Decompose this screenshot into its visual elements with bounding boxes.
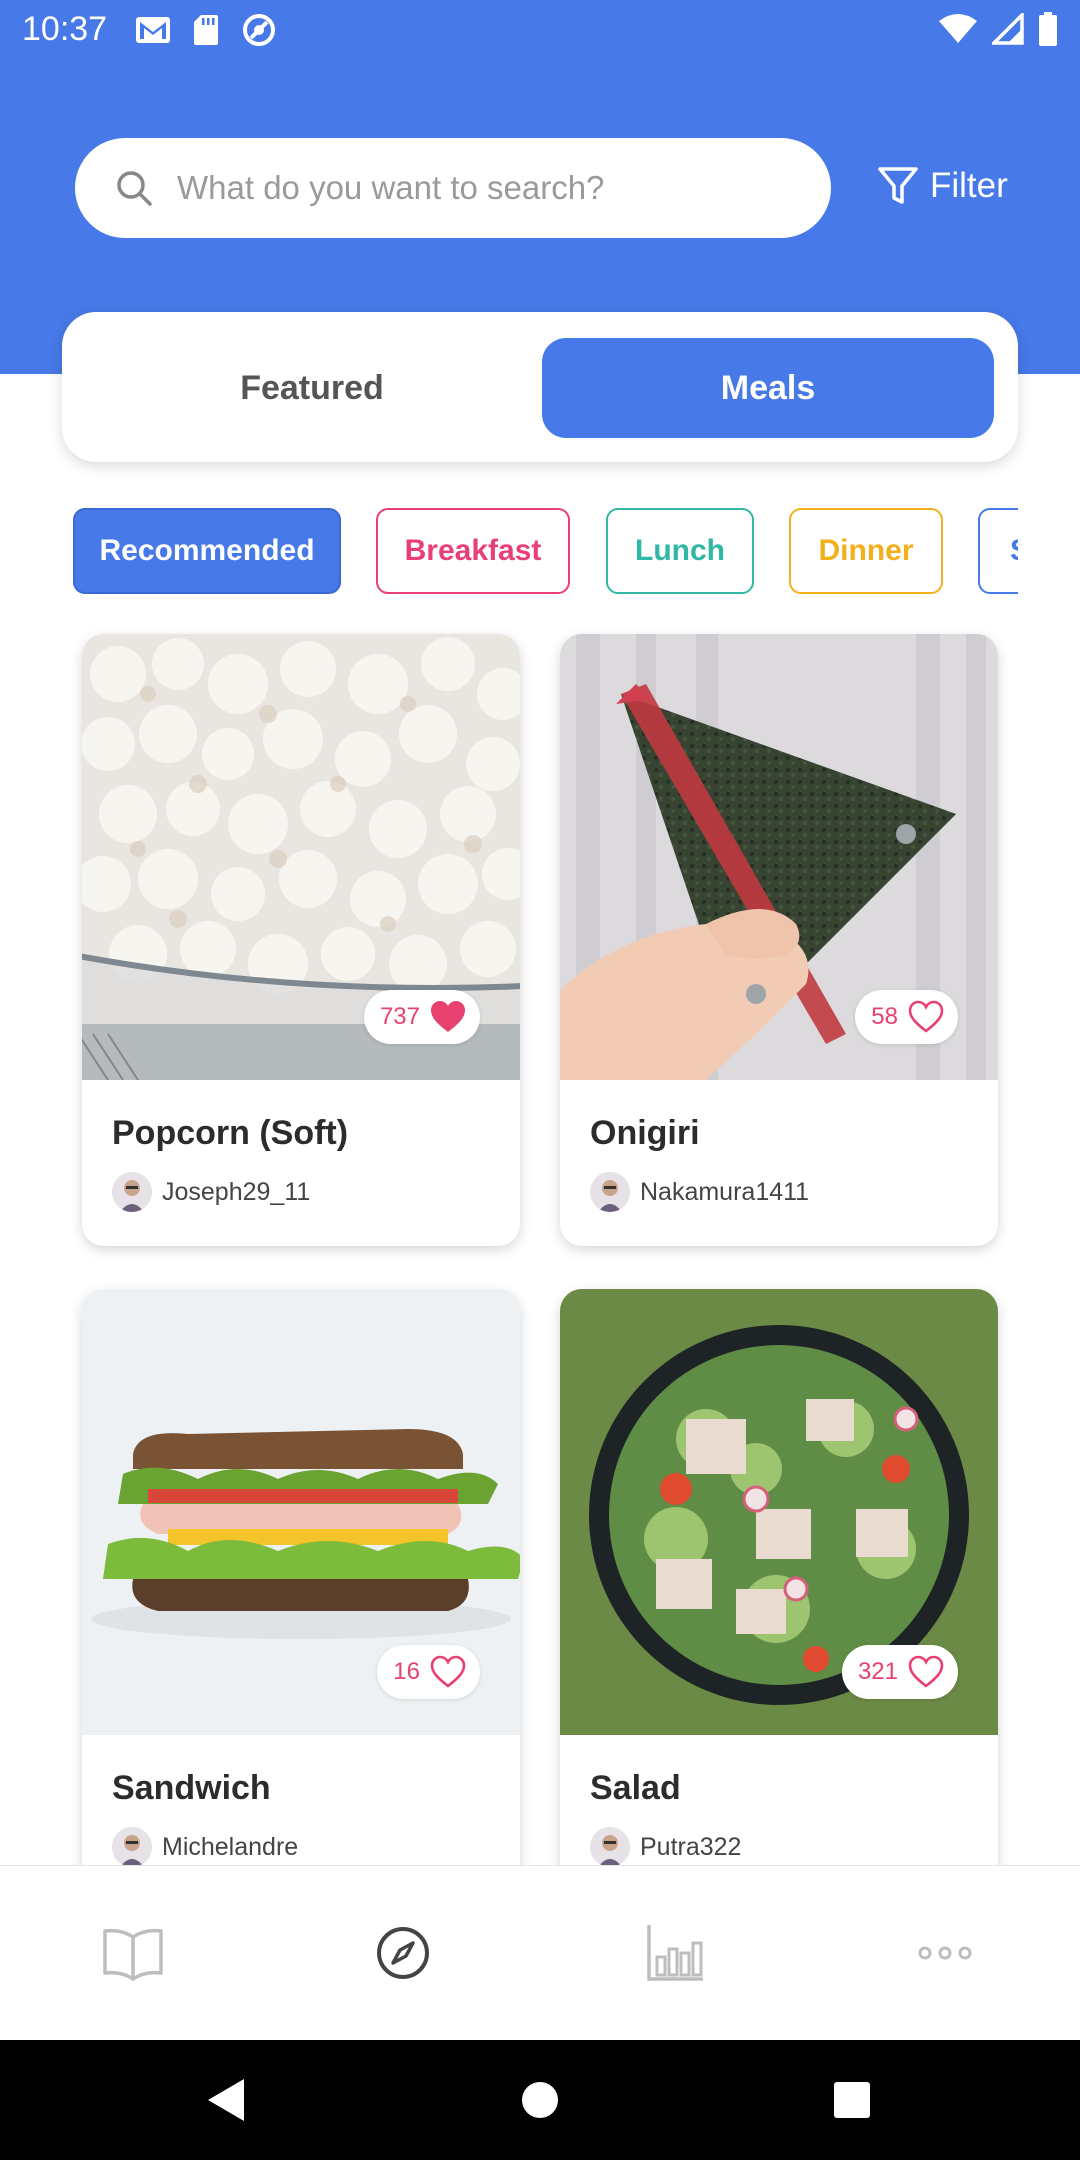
- chip-partial[interactable]: S: [978, 508, 1018, 594]
- bar-chart-icon: [647, 1925, 703, 1981]
- like-badge[interactable]: 16: [377, 1645, 480, 1699]
- like-count: 737: [379, 1003, 420, 1030]
- tabs-container: Featured Meals: [62, 312, 1018, 462]
- meal-author[interactable]: Nakamura1411: [590, 1172, 809, 1212]
- home-circle-icon: [522, 2082, 558, 2118]
- status-bar: 10:37: [0, 0, 1080, 62]
- heart-filled-icon: [431, 1001, 465, 1032]
- meal-author[interactable]: Joseph29_11: [112, 1172, 310, 1212]
- filter-button[interactable]: Filter: [876, 164, 1008, 208]
- author-name: Putra322: [640, 1832, 742, 1861]
- tab-meals[interactable]: Meals: [542, 338, 994, 438]
- recents-button[interactable]: [826, 2074, 878, 2126]
- signal-icon: [992, 13, 1024, 45]
- avatar: [590, 1172, 630, 1212]
- sd-card-icon: [193, 14, 219, 46]
- nav-explore[interactable]: [368, 1918, 438, 1988]
- author-name: Joseph29_11: [162, 1177, 311, 1206]
- heart-outline-icon: [430, 1655, 466, 1688]
- meal-title: Salad: [590, 1769, 681, 1807]
- battery-icon: [1038, 12, 1058, 46]
- meal-title: Sandwich: [112, 1769, 271, 1807]
- avatar: [590, 1827, 630, 1867]
- avatar: [112, 1172, 152, 1212]
- heart-outline-icon: [908, 1000, 944, 1033]
- chip-dinner[interactable]: Dinner: [789, 508, 943, 594]
- book-icon: [103, 1928, 163, 1981]
- status-time: 10:37: [22, 10, 108, 48]
- more-icon: [918, 1946, 972, 1960]
- sync-icon: [241, 12, 277, 48]
- system-navigation-bar: [0, 2040, 1080, 2160]
- meal-author[interactable]: Michelandre: [112, 1827, 298, 1867]
- like-badge[interactable]: 737: [363, 990, 480, 1044]
- meal-card-salad[interactable]: 321 Salad Putra322: [560, 1289, 998, 1901]
- bottom-navigation: [0, 1865, 1080, 2040]
- chip-lunch[interactable]: Lunch: [606, 508, 754, 594]
- nav-book[interactable]: [98, 1918, 168, 1988]
- filter-icon: [878, 167, 918, 204]
- compass-icon: [377, 1927, 429, 1979]
- like-count: 58: [871, 1003, 898, 1030]
- meal-card-popcorn[interactable]: 737 Popcorn (Soft) Joseph29_11: [82, 634, 520, 1246]
- like-count: 16: [393, 1658, 420, 1685]
- home-button[interactable]: [514, 2074, 566, 2126]
- chip-recommended[interactable]: Recommended: [73, 508, 341, 594]
- like-badge[interactable]: 58: [855, 990, 958, 1044]
- search-input[interactable]: [177, 169, 737, 207]
- back-triangle-icon: [208, 2079, 244, 2121]
- meal-title: Onigiri: [590, 1114, 700, 1152]
- search-bar[interactable]: [75, 138, 831, 238]
- meal-card-onigiri[interactable]: 58 Onigiri Nakamura1411: [560, 634, 998, 1246]
- author-name: Michelandre: [162, 1832, 299, 1861]
- gmail-icon: [135, 16, 171, 44]
- wifi-icon: [938, 13, 978, 45]
- nav-more[interactable]: [910, 1918, 980, 1988]
- like-badge[interactable]: 321: [841, 1645, 958, 1699]
- meal-card-sandwich[interactable]: 16 Sandwich Michelandre: [82, 1289, 520, 1901]
- heart-outline-icon: [908, 1655, 944, 1688]
- author-name: Nakamura1411: [640, 1177, 810, 1206]
- back-button[interactable]: [200, 2074, 252, 2126]
- tab-featured[interactable]: Featured: [86, 338, 538, 438]
- chip-breakfast[interactable]: Breakfast: [376, 508, 570, 594]
- search-icon: [117, 171, 152, 206]
- nav-stats[interactable]: [640, 1918, 710, 1988]
- meal-title: Popcorn (Soft): [112, 1114, 349, 1152]
- like-count: 321: [857, 1658, 898, 1685]
- category-chips: Recommended Breakfast Lunch Dinner S: [0, 508, 1018, 594]
- filter-label: Filter: [930, 166, 1008, 205]
- avatar: [112, 1827, 152, 1867]
- meal-author[interactable]: Putra322: [590, 1827, 741, 1867]
- recents-square-icon: [834, 2082, 870, 2118]
